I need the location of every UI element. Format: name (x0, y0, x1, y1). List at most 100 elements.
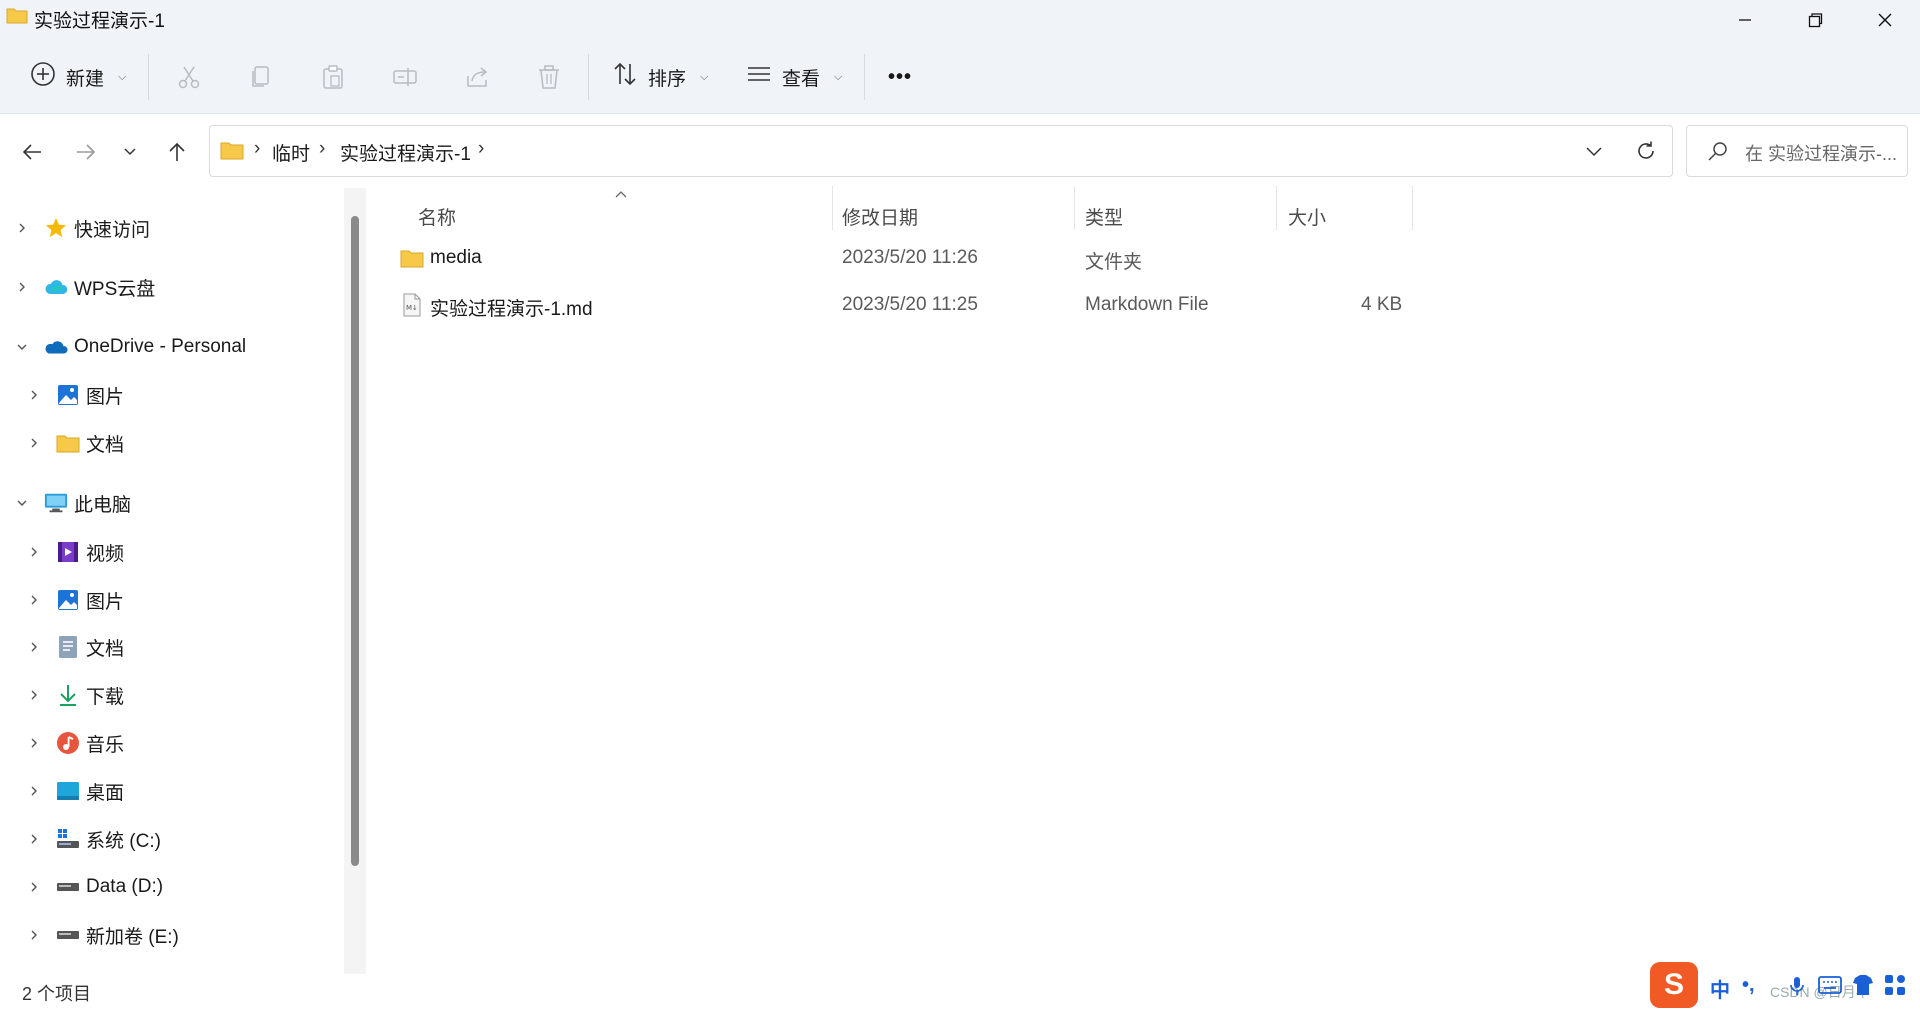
breadcrumb-item[interactable]: 临时 (272, 139, 310, 166)
breadcrumb-item[interactable]: 实验过程演示-1 (340, 139, 471, 166)
sort-ascending-icon (614, 186, 628, 204)
sidebar-item-onedrive-pictures[interactable]: 图片 (0, 375, 340, 415)
column-header-size[interactable]: 大小 (1288, 196, 1326, 236)
breadcrumb-chevron-icon[interactable]: › (478, 138, 484, 160)
new-label: 新建 (66, 68, 105, 90)
sidebar-item-videos[interactable]: 视频 (0, 532, 340, 572)
ime-toolbar[interactable]: S 中 •, CSDN @日月半 (1650, 962, 1920, 1010)
sidebar-item-label: 快速访问 (74, 219, 151, 241)
folder-icon (220, 140, 244, 165)
file-list: 名称 修改日期 类型 大小 media 2023/5/20 11:26 文件夹 … (372, 186, 1920, 976)
chevron-right-icon[interactable] (26, 544, 42, 560)
sidebar-item-onedrive-documents[interactable]: 文档 (0, 423, 340, 463)
address-dropdown-icon[interactable] (1585, 142, 1603, 165)
column-divider[interactable] (832, 186, 833, 230)
sidebar-item-desktop[interactable]: 桌面 (0, 771, 340, 811)
breadcrumb-chevron-icon[interactable]: › (254, 138, 260, 160)
drive-icon (56, 875, 80, 899)
sidebar-item-label: 此电脑 (74, 494, 132, 516)
toolbox-grid-icon[interactable] (1884, 974, 1906, 1001)
sidebar-item-onedrive[interactable]: OneDrive - Personal (0, 327, 340, 367)
column-header-name[interactable]: 名称 (418, 196, 456, 236)
chevron-right-icon[interactable] (26, 735, 42, 751)
ime-punctuation-toggle[interactable]: •, (1742, 974, 1755, 997)
sidebar-item-label: Data (D:) (86, 876, 164, 897)
chevron-right-icon[interactable] (26, 435, 42, 451)
sidebar-item-label: 文档 (86, 434, 125, 456)
view-list-icon (746, 61, 772, 93)
sidebar-item-music[interactable]: 音乐 (0, 723, 340, 763)
column-divider[interactable] (1276, 186, 1277, 230)
cloud-icon (44, 275, 68, 299)
file-type: 文件夹 (1085, 252, 1143, 273)
file-name[interactable]: media (430, 247, 482, 269)
sidebar-scrollbar-thumb[interactable] (351, 216, 359, 866)
rename-icon[interactable] (390, 62, 420, 92)
sidebar-item-downloads[interactable]: 下载 (0, 675, 340, 715)
window-title: 实验过程演示-1 (34, 11, 165, 32)
refresh-icon[interactable] (1635, 140, 1657, 167)
sidebar-item-quick-access[interactable]: 快速访问 (0, 208, 340, 248)
close-button[interactable] (1850, 0, 1920, 40)
back-button[interactable] (12, 132, 52, 172)
sidebar-item-wps-cloud[interactable]: WPS云盘 (0, 267, 340, 307)
column-divider[interactable] (1074, 186, 1075, 230)
sogou-logo-icon[interactable]: S (1650, 962, 1698, 1008)
microphone-icon[interactable] (1790, 976, 1804, 1001)
chevron-right-icon[interactable] (26, 879, 42, 895)
system-drive-icon (56, 827, 80, 851)
table-row[interactable]: media 2023/5/20 11:26 文件夹 (398, 236, 1798, 280)
maximize-button[interactable] (1780, 0, 1850, 40)
column-header-date[interactable]: 修改日期 (842, 196, 918, 236)
column-header-type[interactable]: 类型 (1085, 196, 1123, 236)
table-row[interactable]: M↓ 实验过程演示-1.md 2023/5/20 11:25 Markdown … (398, 283, 1798, 327)
chevron-down-icon[interactable] (14, 495, 30, 511)
chevron-down-icon[interactable] (14, 339, 30, 355)
sidebar-item-drive-e[interactable]: 新加卷 (E:) (0, 915, 340, 955)
sidebar-item-label: 新加卷 (E:) (86, 926, 179, 948)
search-input[interactable]: 在 实验过程演示-... (1686, 125, 1908, 177)
chevron-right-icon[interactable] (26, 831, 42, 847)
column-divider[interactable] (1412, 186, 1413, 230)
computer-icon (44, 491, 68, 515)
more-options-button[interactable]: ••• (888, 40, 912, 114)
keyboard-icon[interactable] (1818, 976, 1842, 999)
sort-button[interactable]: 排序 ⌵ (612, 40, 708, 114)
copy-icon[interactable] (246, 62, 276, 92)
documents-icon (56, 635, 80, 659)
chevron-right-icon[interactable] (26, 687, 42, 703)
minimize-button[interactable] (1710, 0, 1780, 40)
paste-icon[interactable] (318, 62, 348, 92)
chevron-right-icon[interactable] (26, 639, 42, 655)
up-button[interactable] (157, 132, 197, 172)
sidebar-item-label: 桌面 (86, 782, 125, 804)
sidebar-item-documents[interactable]: 文档 (0, 627, 340, 667)
skin-icon[interactable] (1852, 974, 1874, 1001)
share-icon[interactable] (462, 62, 492, 92)
recent-locations-button[interactable] (110, 132, 150, 172)
chevron-right-icon[interactable] (14, 220, 30, 236)
sidebar-item-drive-c[interactable]: 系统 (C:) (0, 819, 340, 859)
address-bar[interactable]: › 临时 › 实验过程演示-1 › (209, 125, 1673, 177)
search-placeholder: 在 实验过程演示-... (1745, 144, 1897, 164)
music-icon (56, 731, 80, 755)
chevron-right-icon[interactable] (26, 592, 42, 608)
chevron-right-icon[interactable] (26, 783, 42, 799)
file-name[interactable]: 实验过程演示-1.md (430, 294, 593, 321)
chevron-right-icon[interactable] (26, 387, 42, 403)
forward-button[interactable] (66, 132, 106, 172)
sidebar-item-label: 图片 (86, 591, 125, 613)
cut-icon[interactable] (174, 62, 204, 92)
ime-mode-toggle[interactable]: 中 (1710, 974, 1730, 1003)
breadcrumb-chevron-icon[interactable]: › (319, 138, 325, 160)
delete-icon[interactable] (534, 62, 564, 92)
star-icon (44, 216, 68, 240)
toolbar-divider (148, 54, 149, 100)
sidebar-item-pictures[interactable]: 图片 (0, 580, 340, 620)
view-button[interactable]: 查看 ⌵ (746, 40, 842, 114)
new-button[interactable]: 新建 ⌵ (30, 40, 126, 114)
chevron-right-icon[interactable] (26, 927, 42, 943)
sidebar-item-this-pc[interactable]: 此电脑 (0, 483, 340, 523)
sidebar-item-drive-d[interactable]: Data (D:) (0, 867, 340, 907)
chevron-right-icon[interactable] (14, 279, 30, 295)
